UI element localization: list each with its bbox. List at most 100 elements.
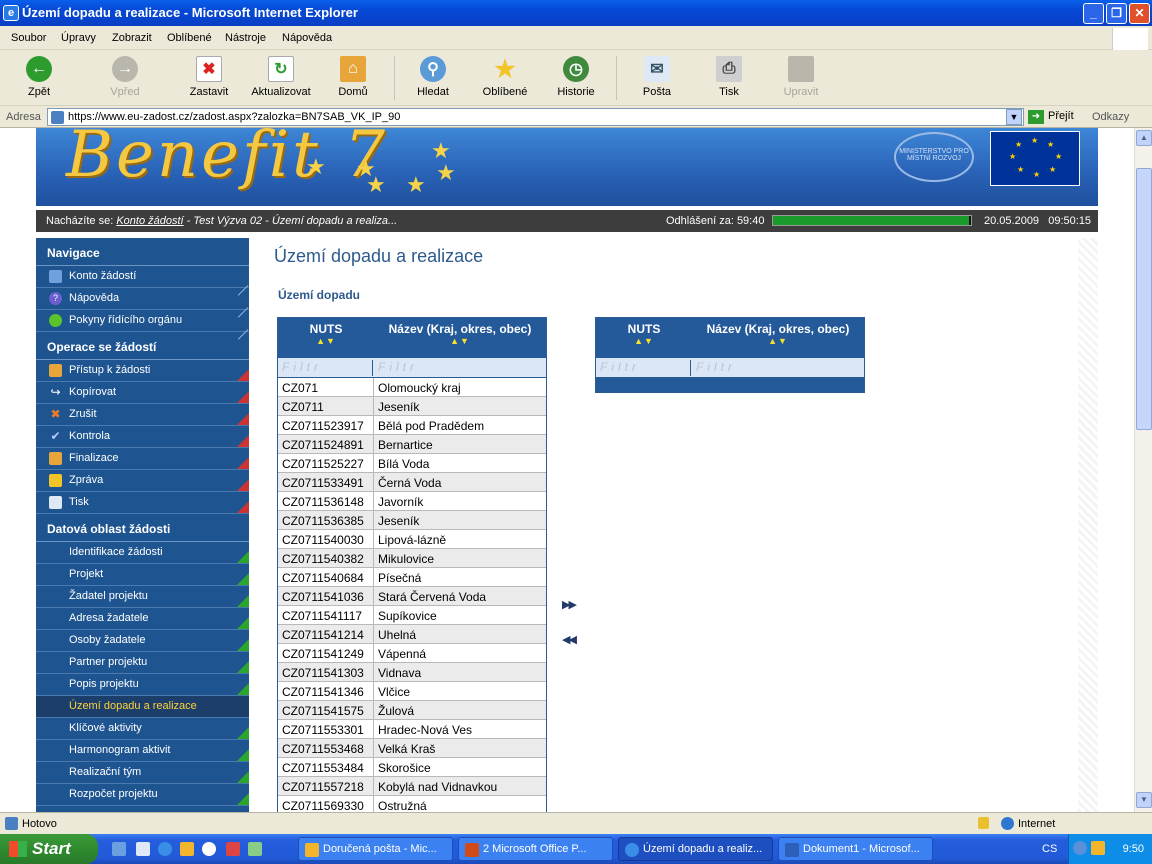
table-row[interactable]: CZ0711540684 Písečná: [278, 568, 546, 587]
sidebar-item-projekt[interactable]: Projekt: [36, 564, 249, 586]
vertical-scrollbar[interactable]: ▲ ▼: [1134, 128, 1152, 812]
language-indicator[interactable]: CS: [1042, 843, 1057, 855]
sidebar-item-finalizace[interactable]: Finalizace: [36, 448, 249, 470]
sort-arrows-icon[interactable]: ▲▼: [278, 336, 374, 346]
refresh-button[interactable]: ↻ Aktualizovat: [246, 56, 316, 98]
search-button[interactable]: ⚲ Hledat: [398, 56, 468, 98]
table-row[interactable]: CZ0711523917 Bělá pod Pradědem: [278, 416, 546, 435]
taskbar-item-ie[interactable]: Území dopadu a realiz...: [618, 837, 773, 861]
menu-zobrazit[interactable]: Zobrazit: [112, 32, 152, 44]
name-filter-input[interactable]: Filtr: [692, 360, 864, 376]
column-header-name[interactable]: Název (Kraj, okres, obec) ▲▼: [374, 322, 546, 346]
start-button[interactable]: Start: [0, 834, 98, 864]
sidebar-item-realizacni-tym[interactable]: Realizační tým: [36, 762, 249, 784]
table-row[interactable]: CZ0711 Jeseník: [278, 397, 546, 416]
sidebar-item-pokyny[interactable]: Pokyny řídícího orgánu: [36, 310, 249, 340]
taskbar-item-word[interactable]: Dokument1 - Microsof...: [778, 837, 933, 861]
table-row[interactable]: CZ0711569330 Ostružná: [278, 796, 546, 812]
sort-arrows-icon[interactable]: ▲▼: [692, 336, 864, 346]
table-row[interactable]: CZ0711525227 Bílá Voda: [278, 454, 546, 473]
maximize-button[interactable]: ❐: [1106, 3, 1127, 24]
breadcrumb-link-konto[interactable]: Konto žádostí: [116, 215, 183, 227]
nuts-filter-input[interactable]: Filtr: [278, 360, 373, 376]
tray-expand-icon[interactable]: [1073, 841, 1087, 855]
mail-button[interactable]: ✉ Pošta: [622, 56, 692, 98]
quicklaunch-icon[interactable]: [202, 842, 216, 856]
favorites-button[interactable]: ★ Oblíbené: [470, 56, 540, 99]
taskbar-item-outlook[interactable]: Doručená pošta - Mic...: [298, 837, 453, 861]
table-row[interactable]: CZ0711524891 Bernartice: [278, 435, 546, 454]
scroll-down-button[interactable]: ▼: [1136, 792, 1152, 808]
tray-app-icon[interactable]: [1091, 841, 1105, 855]
menu-upravy[interactable]: Úpravy: [61, 32, 96, 44]
table-row[interactable]: CZ0711536148 Javorník: [278, 492, 546, 511]
sidebar-item-konto[interactable]: Konto žádostí: [36, 266, 249, 296]
sidebar-item-zrusit[interactable]: ✖ Zrušit: [36, 404, 249, 426]
back-button[interactable]: ← Zpět: [4, 56, 74, 98]
scroll-thumb[interactable]: [1136, 168, 1152, 430]
scroll-up-button[interactable]: ▲: [1136, 130, 1152, 146]
print-button[interactable]: ⎙ Tisk: [694, 56, 764, 98]
sidebar-item-partner[interactable]: Partner projektu: [36, 652, 249, 674]
table-row[interactable]: CZ0711541575 Žulová: [278, 701, 546, 720]
quicklaunch-icon[interactable]: [248, 842, 262, 856]
table-row[interactable]: CZ0711541346 Vlčice: [278, 682, 546, 701]
table-row[interactable]: CZ0711541214 Uhelná: [278, 625, 546, 644]
table-row[interactable]: CZ0711541303 Vidnava: [278, 663, 546, 682]
taskbar-item-office[interactable]: 2 Microsoft Office P...: [458, 837, 613, 861]
table-row[interactable]: CZ0711541249 Vápenná: [278, 644, 546, 663]
history-button[interactable]: ◷ Historie: [541, 56, 611, 98]
remove-all-button[interactable]: ◀◀: [562, 633, 577, 646]
menu-soubor[interactable]: Soubor: [11, 32, 46, 44]
forward-button[interactable]: → Vpřed: [90, 56, 160, 98]
menu-oblibene[interactable]: Oblíbené: [167, 32, 212, 44]
address-input[interactable]: https://www.eu-zadost.cz/zadost.aspx?zal…: [47, 108, 1024, 126]
stop-button[interactable]: ✖ Zastavit: [174, 56, 244, 98]
quicklaunch-icon[interactable]: [136, 842, 150, 856]
sidebar-item-osoby[interactable]: Osoby žadatele: [36, 630, 249, 652]
sidebar-item-kontrola[interactable]: ✔ Kontrola: [36, 426, 249, 448]
quicklaunch-icon[interactable]: [180, 842, 194, 856]
links-button[interactable]: Odkazy: [1092, 111, 1129, 123]
sidebar-item-identifikace[interactable]: Identifikace žádosti: [36, 542, 249, 564]
close-button[interactable]: ✕: [1129, 3, 1150, 24]
menu-nastroje[interactable]: Nástroje: [225, 32, 266, 44]
sidebar-item-uzemi[interactable]: Území dopadu a realizace: [36, 696, 249, 718]
sidebar-item-zprava[interactable]: Zpráva: [36, 470, 249, 492]
table-row[interactable]: CZ0711553301 Hradec-Nová Ves: [278, 720, 546, 739]
table-row[interactable]: CZ0711540382 Mikulovice: [278, 549, 546, 568]
minimize-button[interactable]: _: [1083, 3, 1104, 24]
table-row[interactable]: CZ0711541117 Supíkovice: [278, 606, 546, 625]
sidebar-item-napoveda[interactable]: ? Nápověda: [36, 288, 249, 318]
table-row[interactable]: CZ0711541036 Stará Červená Voda: [278, 587, 546, 606]
table-row[interactable]: CZ0711540030 Lipová-lázně: [278, 530, 546, 549]
column-header-name[interactable]: Název (Kraj, okres, obec) ▲▼: [692, 322, 864, 346]
column-header-nuts[interactable]: NUTS ▲▼: [596, 322, 692, 346]
sidebar-item-zadatel[interactable]: Žadatel projektu: [36, 586, 249, 608]
column-header-nuts[interactable]: NUTS ▲▼: [278, 322, 374, 346]
sidebar-item-klicove[interactable]: Klíčové aktivity: [36, 718, 249, 740]
home-button[interactable]: ⌂ Domů: [318, 56, 388, 98]
sort-arrows-icon[interactable]: ▲▼: [374, 336, 546, 346]
sidebar-item-rozpocet[interactable]: Rozpočet projektu: [36, 784, 249, 806]
ie-quicklaunch-icon[interactable]: [158, 842, 172, 856]
sidebar-item-pristup[interactable]: Přístup k žádosti: [36, 360, 249, 382]
sidebar-item-kopirovat[interactable]: ↪ Kopírovat: [36, 382, 249, 404]
table-row[interactable]: CZ0711553484 Skorošice: [278, 758, 546, 777]
menu-napoveda[interactable]: Nápověda: [282, 32, 332, 44]
sidebar-item-tisk[interactable]: Tisk: [36, 492, 249, 514]
table-row[interactable]: CZ071 Olomoucký kraj: [278, 378, 546, 397]
table-row[interactable]: CZ0711536385 Jeseník: [278, 511, 546, 530]
table-row[interactable]: CZ0711557218 Kobylá nad Vidnavkou: [278, 777, 546, 796]
sort-arrows-icon[interactable]: ▲▼: [596, 336, 692, 346]
quicklaunch-icon[interactable]: [112, 842, 126, 856]
edit-button[interactable]: Upravit: [766, 56, 836, 98]
table-row[interactable]: CZ0711533491 Černá Voda: [278, 473, 546, 492]
address-dropdown-button[interactable]: ▼: [1006, 109, 1022, 125]
name-filter-input[interactable]: Filtr: [374, 360, 546, 376]
nuts-filter-input[interactable]: Filtr: [596, 360, 691, 376]
sidebar-item-popis[interactable]: Popis projektu: [36, 674, 249, 696]
add-all-button[interactable]: ▶▶: [562, 598, 577, 611]
sidebar-item-harmonogram[interactable]: Harmonogram aktivit: [36, 740, 249, 762]
quicklaunch-icon[interactable]: [226, 842, 240, 856]
